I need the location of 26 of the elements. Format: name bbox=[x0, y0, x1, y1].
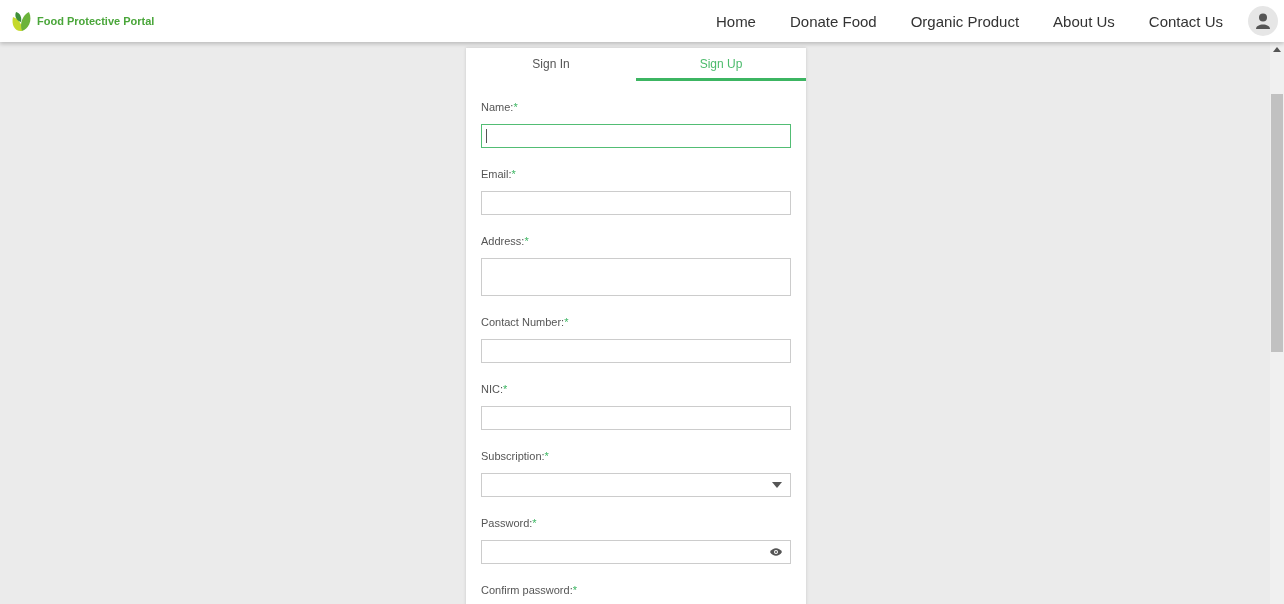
nav-link[interactable]: Organic Product bbox=[893, 12, 1037, 30]
text-area[interactable] bbox=[481, 258, 791, 296]
text-input[interactable] bbox=[481, 406, 791, 430]
tab[interactable]: Sign In bbox=[466, 48, 636, 81]
field-label: Email:* bbox=[481, 168, 517, 180]
field-label: Name:* bbox=[481, 101, 519, 113]
field-label: Subscription:* bbox=[481, 450, 550, 462]
field-label: Password:* bbox=[481, 517, 538, 529]
eye-icon[interactable] bbox=[770, 548, 782, 556]
dropdown-caret-icon bbox=[772, 482, 782, 488]
user-avatar-icon[interactable] bbox=[1248, 6, 1278, 36]
text-input[interactable] bbox=[481, 124, 791, 148]
nav-link[interactable]: Home bbox=[698, 12, 773, 30]
nav-link[interactable]: About Us bbox=[1036, 12, 1132, 30]
field-label: Address:* bbox=[481, 235, 530, 247]
select-field[interactable] bbox=[481, 473, 791, 497]
nav-link[interactable]: Donate Food bbox=[772, 12, 894, 30]
scroll-up-arrow-icon[interactable] bbox=[1273, 47, 1281, 52]
text-input[interactable] bbox=[481, 339, 791, 363]
nav-link[interactable]: Contact Us bbox=[1131, 12, 1240, 30]
password-input[interactable] bbox=[481, 540, 791, 564]
text-input[interactable] bbox=[481, 191, 791, 215]
scrollbar[interactable] bbox=[1270, 42, 1284, 604]
field-label: Confirm password:* bbox=[481, 584, 578, 596]
field-label: NIC:* bbox=[481, 383, 509, 395]
field-label: Contact Number:* bbox=[481, 316, 570, 328]
